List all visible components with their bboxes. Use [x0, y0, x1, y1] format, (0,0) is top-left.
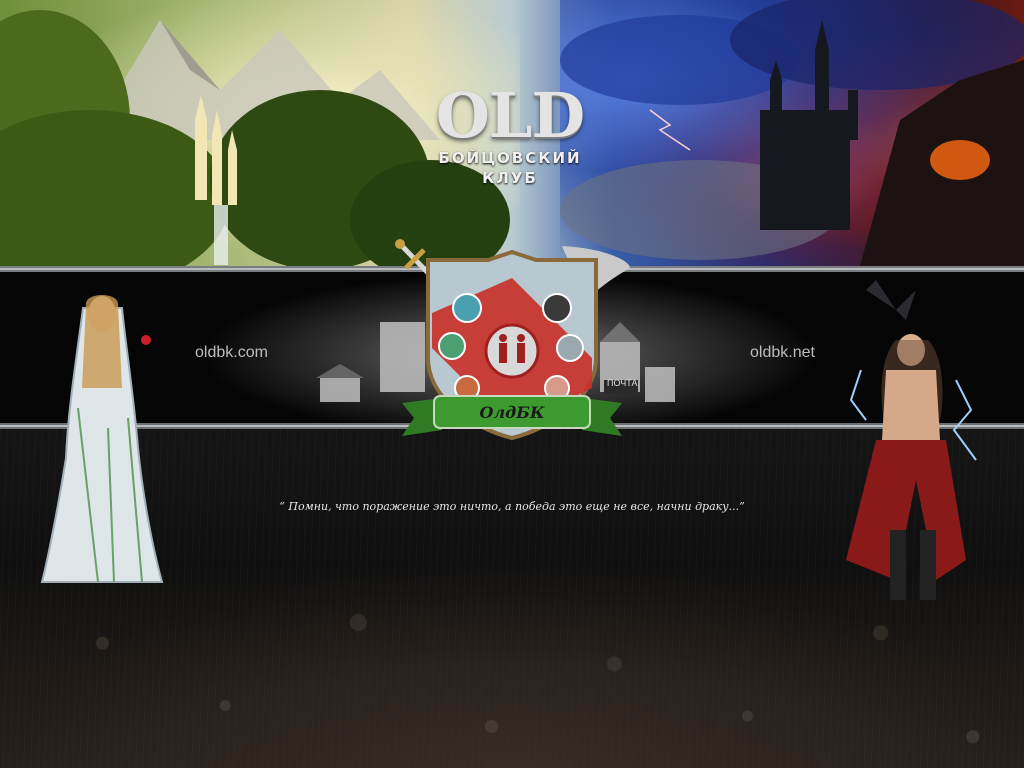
- lightning: [649, 109, 691, 151]
- post-sign-text: ПОЧТА: [607, 378, 638, 388]
- red-gem: [141, 335, 151, 345]
- demon-leg-right: [920, 530, 936, 600]
- crest-banner-text: ОлдБК: [480, 403, 545, 422]
- mage-hair: [82, 295, 122, 388]
- game-logo[interactable]: OLD БОЙЦОВСКИЙ КЛУБ: [424, 84, 596, 188]
- quote-text: “ Помни, что поражение это ничто, а побе…: [279, 500, 745, 513]
- crest-emblem[interactable]: ОлдБК: [392, 238, 632, 448]
- crest-icon-skull: [542, 293, 572, 323]
- lightning-aura-left: [849, 369, 867, 421]
- link-oldbk-com[interactable]: oldbk.com: [195, 344, 268, 362]
- demon-warrior-character[interactable]: [836, 280, 986, 615]
- elf-mage-character[interactable]: [38, 288, 168, 588]
- demon-leg-left: [890, 530, 906, 600]
- crest-icon-water: [452, 293, 482, 323]
- logo-subtitle-2: КЛУБ: [482, 169, 538, 187]
- header-landscape: OLD БОЙЦОВСКИЙ КЛУБ: [0, 0, 1024, 266]
- link-oldbk-net[interactable]: oldbk.net: [750, 344, 815, 362]
- crest-icon-air: [556, 334, 584, 362]
- demon-torso: [882, 370, 940, 440]
- crest-emblem-fighters: [484, 323, 540, 379]
- lava-glow: [930, 140, 990, 180]
- logo-subtitle-1: БОЙЦОВСКИЙ: [438, 149, 582, 167]
- lightning-aura: [952, 379, 977, 461]
- crest-icon-nature: [438, 332, 466, 360]
- logo-title: OLD: [435, 79, 585, 152]
- waterfall: [214, 205, 228, 265]
- demon-bat: [866, 280, 916, 320]
